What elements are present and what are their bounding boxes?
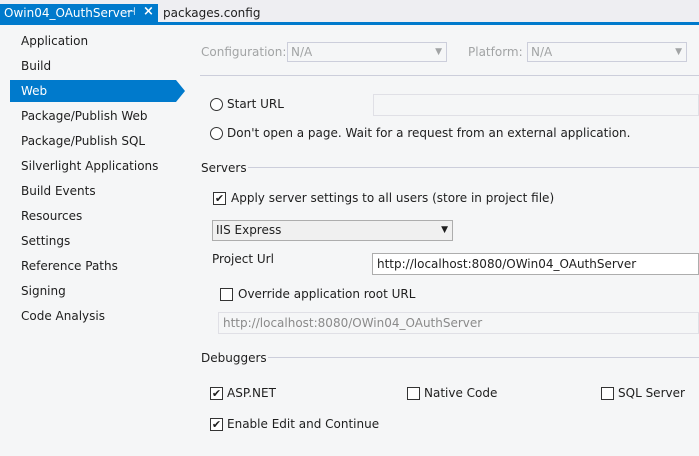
override-root-url-input[interactable]: http://localhost:8080/OWin04_OAuthServer xyxy=(218,312,699,334)
servers-separator xyxy=(248,167,699,168)
sidebar-item-package-publish-web[interactable]: Package/Publish Web xyxy=(10,105,180,127)
platform-select[interactable]: N/A ▼ xyxy=(527,42,687,62)
apply-all-users-checkbox[interactable]: ✔ xyxy=(213,192,226,205)
tab-packages-config[interactable]: packages.config xyxy=(163,6,260,20)
debuggers-section-title: Debuggers xyxy=(201,351,267,365)
chevron-down-icon: ▼ xyxy=(435,47,442,57)
start-url-input[interactable] xyxy=(373,94,699,116)
platform-value: N/A xyxy=(531,45,553,59)
tab-title: Owin04_OAuthServer xyxy=(4,6,133,20)
override-root-url-label: Override application root URL xyxy=(238,287,416,301)
close-icon[interactable]: × xyxy=(143,4,154,19)
configuration-value: N/A xyxy=(291,45,313,59)
server-select[interactable]: IIS Express ▼ xyxy=(212,220,453,241)
servers-section-title: Servers xyxy=(201,161,247,175)
tab-owin04-oauthserver[interactable]: Owin04_OAuthServer ⊣ × xyxy=(0,4,158,22)
configuration-select[interactable]: N/A ▼ xyxy=(287,42,447,62)
debuggers-separator xyxy=(268,357,699,358)
configuration-label: Configuration: xyxy=(201,45,287,59)
native-code-debugger-checkbox[interactable] xyxy=(407,387,420,400)
sidebar-item-label: Web xyxy=(21,84,48,98)
pin-icon[interactable]: ⊣ xyxy=(126,5,136,18)
sidebar-item-resources[interactable]: Resources xyxy=(10,205,180,227)
sidebar-item-code-analysis[interactable]: Code Analysis xyxy=(10,305,180,327)
native-code-debugger-label: Native Code xyxy=(424,386,498,400)
platform-label: Platform: xyxy=(468,45,523,59)
server-select-value: IIS Express xyxy=(216,223,282,237)
property-pages-sidebar: Application Build Web Package/Publish We… xyxy=(0,25,186,456)
sql-server-debugger-checkbox[interactable] xyxy=(601,387,614,400)
sidebar-item-package-publish-sql[interactable]: Package/Publish SQL xyxy=(10,130,180,152)
aspnet-debugger-label: ASP.NET xyxy=(227,386,276,400)
sidebar-item-application[interactable]: Application xyxy=(10,30,180,52)
project-url-input[interactable]: http://localhost:8080/OWin04_OAuthServer xyxy=(372,253,699,275)
document-tab-strip: Owin04_OAuthServer ⊣ × packages.config xyxy=(0,0,699,25)
sidebar-item-reference-paths[interactable]: Reference Paths xyxy=(10,255,180,277)
chevron-down-icon: ▼ xyxy=(441,225,448,235)
sql-server-debugger-label: SQL Server xyxy=(618,386,685,400)
selection-arrow-icon xyxy=(176,80,185,102)
apply-all-users-label: Apply server settings to all users (stor… xyxy=(231,191,555,205)
sidebar-item-settings[interactable]: Settings xyxy=(10,230,180,252)
chevron-down-icon: ▼ xyxy=(675,47,682,57)
web-properties-panel: Configuration: N/A ▼ Platform: N/A ▼ Sta… xyxy=(186,25,699,456)
sidebar-item-web[interactable]: Web xyxy=(10,80,176,102)
start-url-label: Start URL xyxy=(227,97,284,111)
dont-open-page-label: Don't open a page. Wait for a request fr… xyxy=(227,126,631,140)
edit-and-continue-label: Enable Edit and Continue xyxy=(227,417,380,431)
aspnet-debugger-checkbox[interactable]: ✔ xyxy=(210,387,223,400)
sidebar-item-silverlight-applications[interactable]: Silverlight Applications xyxy=(10,155,180,177)
edit-and-continue-checkbox[interactable]: ✔ xyxy=(210,418,223,431)
sidebar-item-build[interactable]: Build xyxy=(10,55,180,77)
dont-open-page-radio[interactable] xyxy=(210,127,223,140)
start-url-radio[interactable] xyxy=(210,98,223,111)
project-url-label: Project Url xyxy=(212,252,274,266)
sidebar-item-build-events[interactable]: Build Events xyxy=(10,180,180,202)
override-root-url-checkbox[interactable] xyxy=(220,288,233,301)
sidebar-item-signing[interactable]: Signing xyxy=(10,280,180,302)
config-separator xyxy=(200,75,699,76)
